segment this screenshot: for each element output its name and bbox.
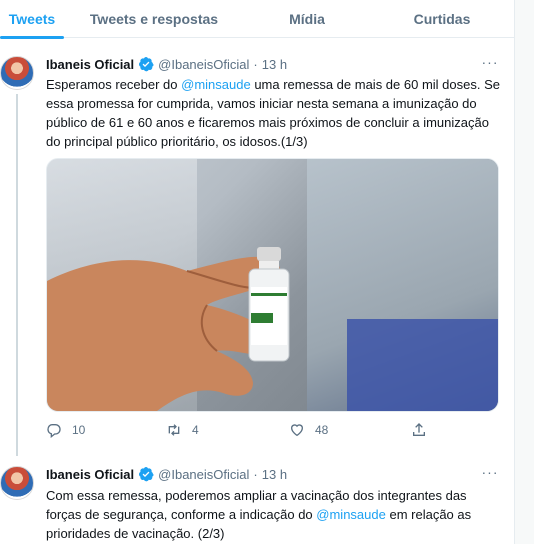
photo-background — [347, 319, 498, 411]
tweet[interactable]: Ibaneis Oficial @IbaneisOficial · 13 h ·… — [0, 456, 514, 544]
tweet-header: Ibaneis Oficial @IbaneisOficial · 13 h — [46, 465, 287, 483]
tweet-photo[interactable] — [46, 158, 499, 412]
heart-icon — [290, 424, 304, 437]
share-button[interactable] — [411, 420, 437, 440]
tab-media[interactable]: Mídia — [244, 0, 370, 38]
reply-button[interactable]: 10 — [46, 420, 85, 440]
tweet-actions: 10 4 48 — [46, 420, 502, 440]
like-button[interactable]: 48 — [289, 420, 328, 440]
reply-count: 10 — [72, 423, 86, 437]
reply-icon — [47, 424, 61, 438]
timestamp[interactable]: 13 h — [262, 57, 287, 72]
avatar[interactable] — [0, 466, 34, 500]
vaccine-vial-icon — [248, 247, 290, 362]
author-handle[interactable]: @IbaneisOficial — [158, 57, 249, 72]
retweet-count: 4 — [192, 423, 199, 437]
verified-badge-icon — [139, 467, 154, 482]
avatar[interactable] — [0, 56, 34, 90]
author-name[interactable]: Ibaneis Oficial — [46, 467, 134, 482]
like-count: 48 — [315, 423, 329, 437]
verified-badge-icon — [139, 57, 154, 72]
tab-tweets-and-replies[interactable]: Tweets e respostas — [64, 0, 244, 38]
more-options-icon[interactable]: ··· — [480, 462, 500, 482]
retweet-button[interactable]: 4 — [166, 420, 199, 440]
more-options-icon[interactable]: ··· — [480, 52, 500, 72]
retweet-icon — [168, 424, 180, 436]
tweet-text: Com essa remessa, poderemos ampliar a va… — [46, 488, 472, 541]
share-icon — [413, 423, 425, 436]
scrollbar[interactable] — [514, 0, 534, 544]
thread-line — [16, 94, 18, 456]
timestamp[interactable]: 13 h — [262, 467, 287, 482]
tweet-text: Esperamos receber do @minsaude uma remes… — [46, 77, 500, 149]
mention-link[interactable]: @minsaude — [181, 77, 251, 92]
tweet[interactable]: Ibaneis Oficial @IbaneisOficial · 13 h ·… — [0, 44, 514, 456]
separator-dot: · — [253, 466, 258, 482]
tweet-header: Ibaneis Oficial @IbaneisOficial · 13 h — [46, 55, 287, 73]
author-handle[interactable]: @IbaneisOficial — [158, 467, 249, 482]
tab-tweets[interactable]: Tweets — [0, 0, 64, 39]
mention-link[interactable]: @minsaude — [316, 507, 386, 522]
tab-likes[interactable]: Curtidas — [370, 0, 514, 38]
separator-dot: · — [253, 56, 258, 72]
profile-tabs: Tweets Tweets e respostas Mídia Curtidas — [0, 0, 514, 39]
author-name[interactable]: Ibaneis Oficial — [46, 57, 134, 72]
